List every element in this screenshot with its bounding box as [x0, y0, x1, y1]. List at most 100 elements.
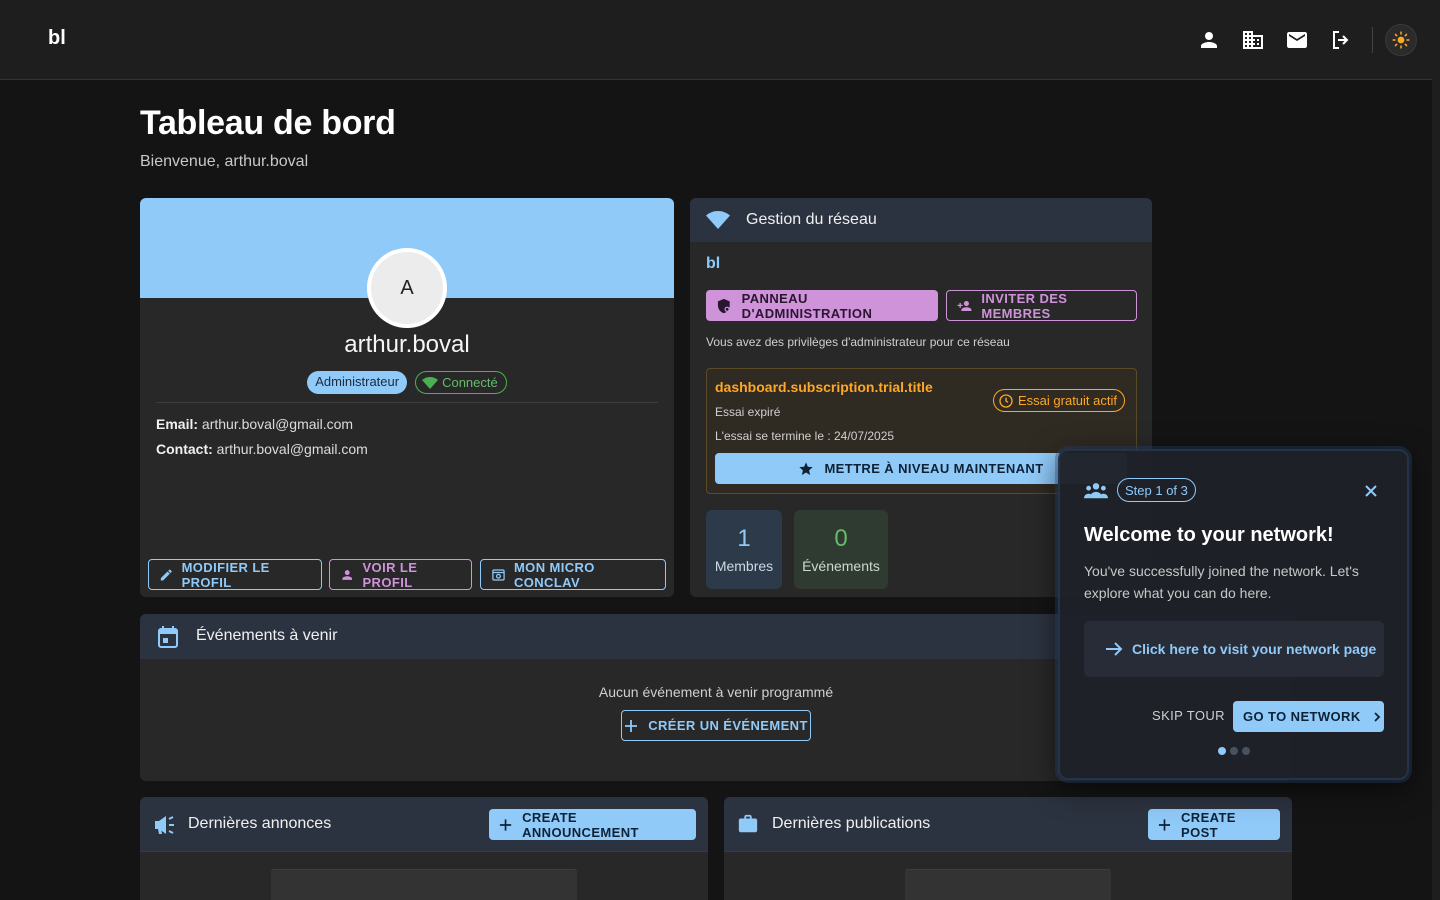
- admin-panel-button[interactable]: PANNEAU D'ADMINISTRATION: [706, 290, 938, 321]
- stat-members-value: 1: [737, 525, 751, 552]
- stat-members-label: Membres: [714, 558, 774, 574]
- announcements-card: Dernières annonces CREATE ANNOUNCEMENT: [140, 797, 708, 900]
- invite-members-label: INVITER DES MEMBRES: [981, 290, 1068, 321]
- trial-end-date: L'essai se termine le : 24/07/2025: [715, 429, 895, 443]
- calendar-icon: [158, 626, 178, 648]
- star-icon: [799, 461, 814, 475]
- upgrade-label: METTRE À NIVEAU MAINTENANT: [824, 461, 1044, 476]
- trial-status: Essai expiré: [715, 405, 781, 419]
- stat-events[interactable]: 0 Événements: [794, 510, 888, 589]
- close-tour-button[interactable]: [1361, 481, 1381, 501]
- progress-dot: [1218, 747, 1226, 755]
- clock-icon: [999, 393, 1013, 408]
- contact-value: arthur.boval@gmail.com: [216, 441, 368, 457]
- page-title: Tableau de bord: [140, 104, 396, 142]
- loading-skeleton: [271, 869, 577, 900]
- view-profile-label: VOIR LE PROFIL: [362, 559, 418, 590]
- profile-name: arthur.boval: [344, 331, 470, 358]
- publications-card-header: Dernières publications CREATE POST: [724, 797, 1292, 852]
- create-event-button[interactable]: CRÉER UN ÉVÉNEMENT: [621, 710, 811, 741]
- divider: [156, 402, 658, 403]
- trial-title: dashboard.subscription.trial.title: [715, 379, 933, 395]
- tour-step-badge: Step 1 of 3: [1117, 478, 1196, 502]
- top-app-bar: bl: [0, 0, 1432, 80]
- status-badge: Connecté: [415, 371, 507, 394]
- contact-line: Contact: arthur.boval@gmail.com: [156, 441, 368, 457]
- invite-members-button[interactable]: INVITER DES MEMBRES: [946, 290, 1137, 321]
- visit-network-link[interactable]: Click here to visit your network page: [1084, 621, 1384, 677]
- contact-label: Contact:: [156, 441, 213, 457]
- admin-note: Vous avez des privilèges d'administrateu…: [706, 335, 1010, 349]
- profile-card: A arthur.boval Administrateur Connecté E…: [140, 198, 674, 597]
- page-subtitle: Bienvenue, arthur.boval: [140, 153, 309, 170]
- create-event-label: CRÉER UN ÉVÉNEMENT: [648, 718, 808, 733]
- publications-card: Dernières publications CREATE POST: [724, 797, 1292, 900]
- wifi-icon: [706, 211, 730, 229]
- create-post-label: CREATE POST: [1181, 809, 1236, 840]
- stat-members[interactable]: 1 Membres: [706, 510, 782, 589]
- create-announcement-label: CREATE ANNOUNCEMENT: [522, 809, 639, 840]
- group-icon: [1084, 483, 1108, 499]
- email-label: Email:: [156, 416, 199, 432]
- business-icon[interactable]: [1241, 28, 1265, 52]
- visit-network-label: Click here to visit your network page: [1132, 641, 1377, 657]
- plus-icon: [625, 719, 638, 732]
- toolbar-divider: [1372, 27, 1373, 53]
- close-icon: [1365, 485, 1377, 497]
- admin-panel-label: PANNEAU D'ADMINISTRATION: [741, 290, 873, 321]
- theme-toggle-button[interactable]: [1385, 24, 1417, 56]
- network-card-header: Gestion du réseau: [690, 198, 1152, 242]
- progress-dot: [1242, 747, 1250, 755]
- go-to-network-button[interactable]: GO TO NETWORK: [1233, 701, 1384, 732]
- person-icon[interactable]: [1197, 28, 1221, 52]
- web-icon: [492, 568, 505, 581]
- stat-events-label: Événements: [802, 558, 880, 574]
- arrow-right-icon: [1106, 642, 1123, 656]
- network-card-title: Gestion du réseau: [746, 211, 877, 228]
- sun-icon: [1392, 31, 1410, 49]
- logout-icon[interactable]: [1329, 28, 1353, 52]
- micro-conclav-label: MON MICRO CONCLAV: [513, 559, 595, 590]
- profile-badges: Administrateur Connecté: [140, 371, 674, 394]
- create-announcement-button[interactable]: CREATE ANNOUNCEMENT: [489, 809, 696, 840]
- mail-icon[interactable]: [1285, 28, 1309, 52]
- brand-logo[interactable]: bl: [48, 27, 66, 50]
- loading-skeleton: [905, 869, 1111, 900]
- view-profile-button[interactable]: VOIR LE PROFIL: [329, 559, 472, 590]
- edit-profile-label: MODIFIER LE PROFIL: [181, 559, 270, 590]
- avatar: A: [367, 248, 447, 328]
- status-badge-label: Connecté: [442, 375, 498, 390]
- person-icon: [342, 569, 353, 580]
- email-value: arthur.boval@gmail.com: [201, 416, 354, 432]
- skip-tour-button[interactable]: SKIP TOUR: [1152, 708, 1225, 723]
- network-name[interactable]: bl: [706, 255, 720, 273]
- tour-title: Welcome to your network!: [1084, 524, 1334, 546]
- person-add-icon: [957, 300, 972, 311]
- chevron-right-icon: [1373, 711, 1380, 722]
- tour-progress-dots: [1218, 747, 1250, 755]
- admin-icon: [717, 298, 730, 313]
- plus-icon: [499, 818, 512, 831]
- edit-icon: [160, 569, 172, 580]
- onboarding-tour-dialog: Step 1 of 3 Welcome to your network! You…: [1058, 449, 1409, 780]
- role-badge: Administrateur: [307, 371, 408, 394]
- campaign-icon: [155, 816, 174, 834]
- announcements-card-title: Dernières annonces: [188, 815, 332, 832]
- trial-badge-label: Essai gratuit actif: [1018, 393, 1117, 408]
- briefcase-icon: [738, 814, 758, 833]
- scrollbar[interactable]: [1432, 0, 1440, 900]
- tour-description: You've successfully joined the network. …: [1084, 563, 1359, 601]
- wifi-icon: [422, 376, 439, 389]
- events-card-title: Événements à venir: [196, 627, 338, 644]
- announcements-card-header: Dernières annonces CREATE ANNOUNCEMENT: [140, 797, 708, 852]
- publications-card-title: Dernières publications: [772, 815, 931, 832]
- edit-profile-button[interactable]: MODIFIER LE PROFIL: [148, 559, 322, 590]
- stat-events-value: 0: [834, 525, 848, 552]
- micro-conclav-button[interactable]: MON MICRO CONCLAV: [480, 559, 666, 590]
- email-line: Email: arthur.boval@gmail.com: [156, 416, 353, 432]
- plus-icon: [1158, 818, 1171, 831]
- create-post-button[interactable]: CREATE POST: [1148, 809, 1280, 840]
- trial-badge: Essai gratuit actif: [993, 389, 1125, 412]
- progress-dot: [1230, 747, 1238, 755]
- go-to-network-label: GO TO NETWORK: [1243, 709, 1361, 724]
